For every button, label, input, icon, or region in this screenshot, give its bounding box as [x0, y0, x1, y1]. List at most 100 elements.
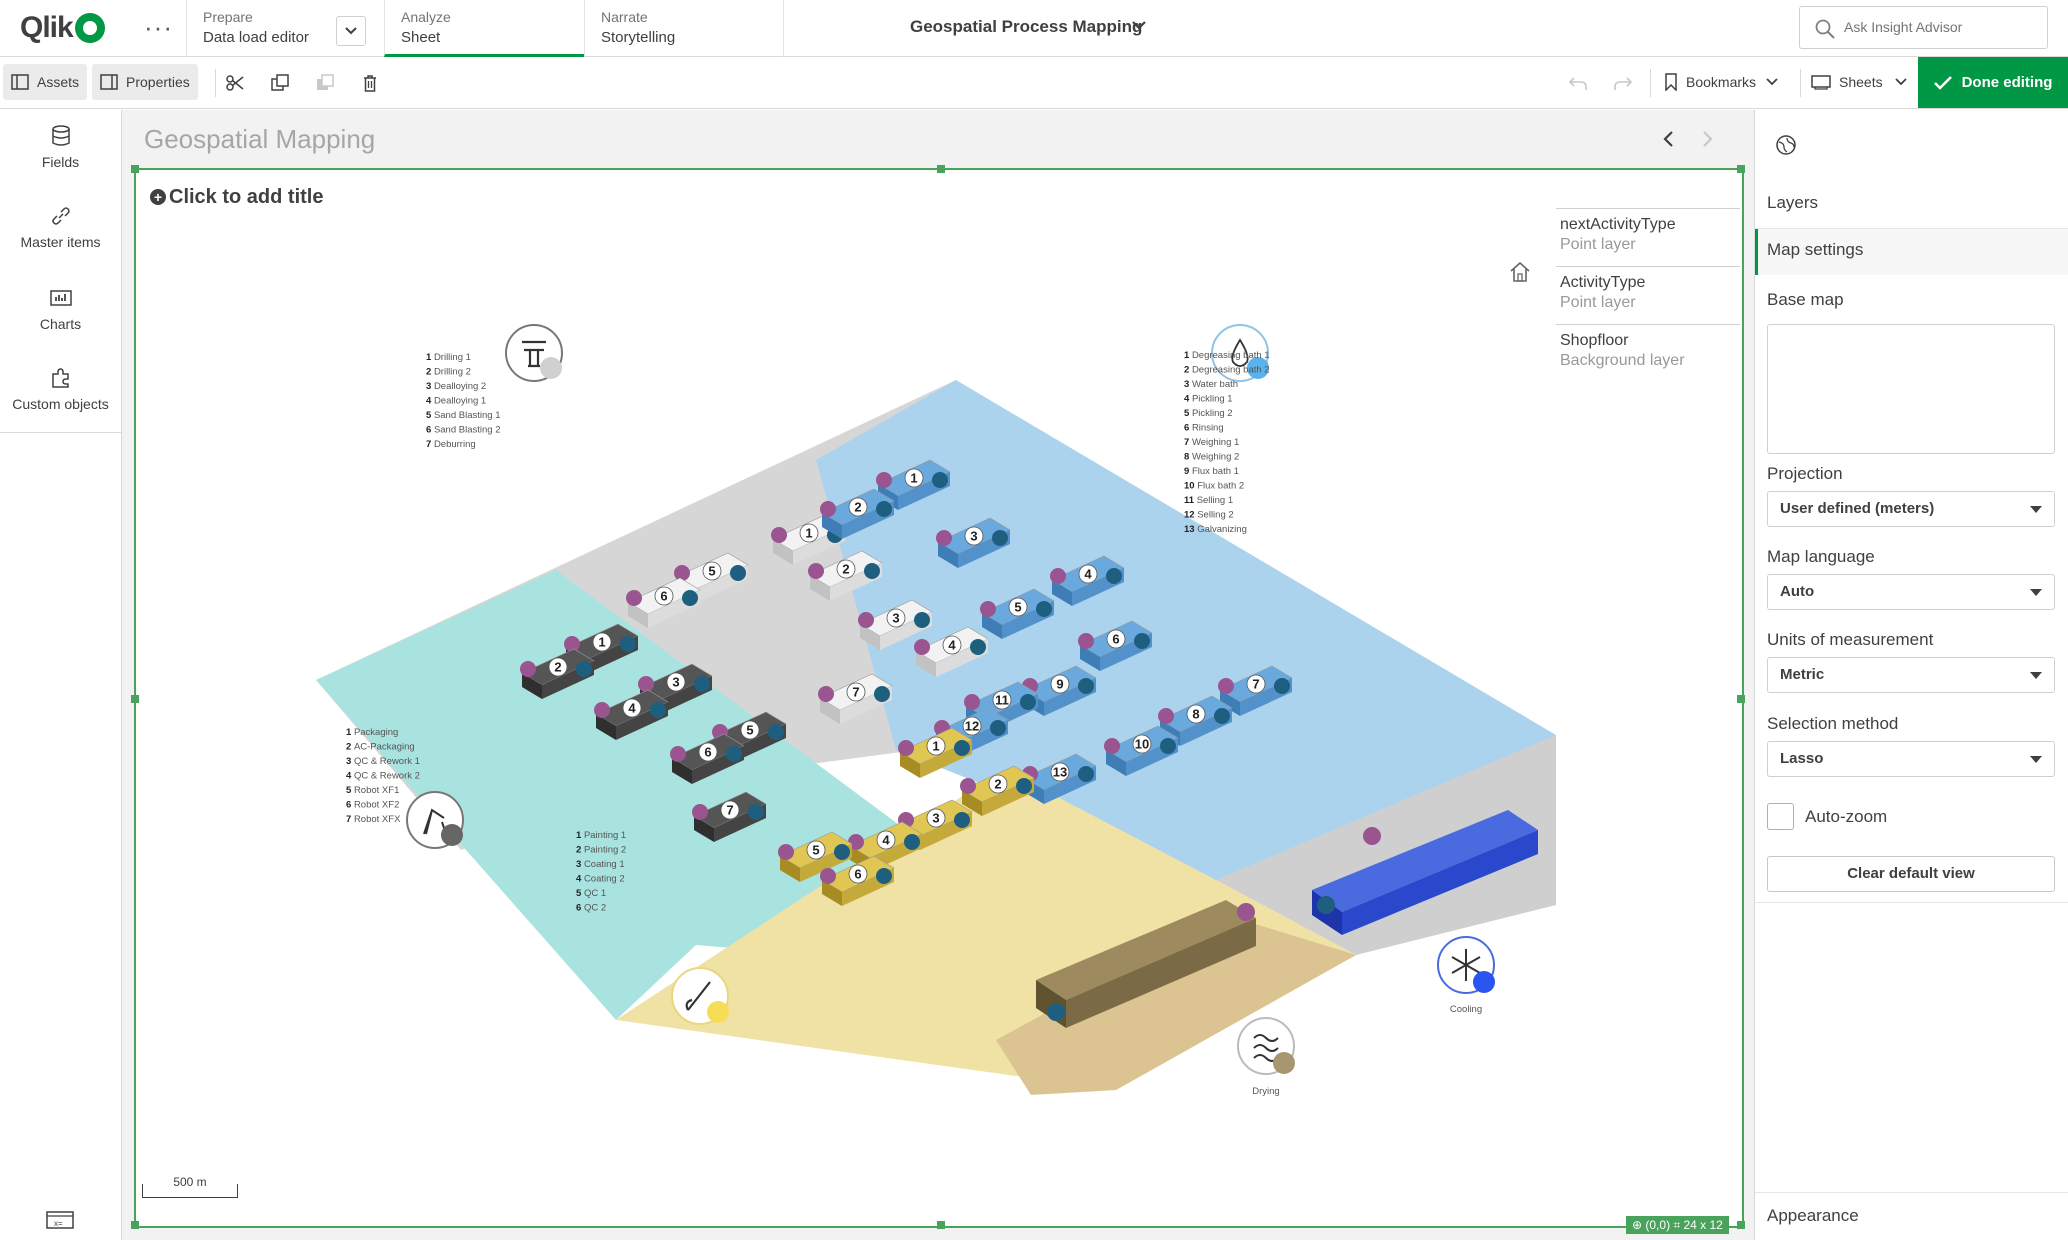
next-activity-point[interactable] — [1218, 678, 1234, 694]
map-chart[interactable]: + Click to add title 1 2 5 6 3 4 7 1 2 3 4 5 6 7 8 9 10 11… — [131, 165, 1745, 1234]
activity-point[interactable] — [932, 472, 948, 488]
sheets-button[interactable]: Sheets — [1803, 64, 1915, 100]
activity-point[interactable] — [970, 639, 986, 655]
previous-sheet-chevron-icon[interactable] — [1662, 128, 1674, 154]
next-activity-point[interactable] — [1158, 708, 1174, 724]
activity-point[interactable] — [992, 530, 1008, 546]
search-input[interactable] — [1844, 19, 2034, 35]
activity-point[interactable] — [1274, 678, 1290, 694]
next-activity-point[interactable] — [1078, 633, 1094, 649]
assets-button[interactable]: Assets — [3, 64, 88, 100]
clear-default-view-button[interactable]: Clear default view — [1767, 856, 2055, 892]
properties-button[interactable]: Properties — [92, 64, 198, 100]
activity-point[interactable] — [730, 565, 746, 581]
next-activity-point[interactable] — [820, 501, 836, 517]
activity-point[interactable] — [1160, 738, 1176, 754]
projection-dropdown[interactable]: User defined (meters) — [1767, 491, 2055, 527]
next-activity-point[interactable] — [1050, 568, 1066, 584]
legend-item[interactable]: Shopfloor Background layer — [1556, 324, 1740, 382]
next-activity-point[interactable] — [778, 844, 794, 860]
activity-point[interactable] — [914, 612, 930, 628]
master-items-button[interactable]: Master items — [0, 190, 121, 270]
units-dropdown[interactable]: Metric — [1767, 657, 2055, 693]
more-menu-icon[interactable]: ··· — [144, 12, 173, 43]
activity-point[interactable] — [1134, 633, 1150, 649]
next-activity-point[interactable] — [936, 530, 952, 546]
app-title[interactable]: Geospatial Process Mapping — [910, 17, 1142, 37]
activity-point[interactable] — [874, 686, 890, 702]
activity-point[interactable] — [1020, 694, 1036, 710]
next-activity-point[interactable] — [980, 601, 996, 617]
tab-analyze[interactable]: Analyze Sheet — [384, 0, 584, 57]
custom-objects-button[interactable]: Custom objects — [0, 352, 121, 432]
next-activity-point[interactable] — [670, 746, 686, 762]
next-activity-point[interactable] — [1104, 738, 1120, 754]
fields-button[interactable]: Fields — [0, 110, 121, 190]
activity-point[interactable] — [1036, 601, 1052, 617]
shopfloor-map[interactable]: 1256347123456789101112131234567123456 Co… — [136, 170, 1742, 1226]
legend-item[interactable]: nextActivityType Point layer — [1556, 208, 1740, 266]
activity-point[interactable] — [954, 812, 970, 828]
fields-label: Fields — [41, 154, 80, 170]
home-icon[interactable] — [1506, 258, 1534, 286]
next-activity-point[interactable] — [820, 868, 836, 884]
qlik-logo[interactable]: Qlik — [20, 10, 130, 46]
activity-point[interactable] — [990, 720, 1006, 736]
next-activity-point[interactable] — [960, 778, 976, 794]
appearance-section[interactable]: Appearance — [1767, 1206, 1859, 1226]
activity-point[interactable] — [834, 844, 850, 860]
activity-point[interactable] — [876, 868, 892, 884]
activity-point[interactable] — [768, 724, 784, 740]
next-activity-point[interactable] — [876, 472, 892, 488]
activity-point[interactable] — [1078, 678, 1094, 694]
next-activity-point[interactable] — [818, 686, 834, 702]
selection-method-dropdown[interactable]: Lasso — [1767, 741, 2055, 777]
legend-item[interactable]: ActivityType Point layer — [1556, 266, 1740, 324]
next-activity-point[interactable] — [520, 661, 536, 677]
activity-point[interactable] — [864, 563, 880, 579]
next-activity-point[interactable] — [638, 676, 654, 692]
legend-layer-type: Point layer — [1560, 294, 1636, 311]
activity-point[interactable] — [748, 804, 764, 820]
activity-point[interactable] — [694, 676, 710, 692]
tab-narrate[interactable]: Narrate Storytelling — [584, 0, 784, 57]
insight-advisor-search[interactable] — [1799, 6, 2048, 49]
next-activity-point[interactable] — [771, 527, 787, 543]
map-language-dropdown[interactable]: Auto — [1767, 574, 2055, 610]
activity-point[interactable] — [726, 746, 742, 762]
activity-point[interactable] — [576, 661, 592, 677]
activity-point[interactable] — [904, 834, 920, 850]
activity-point[interactable] — [954, 740, 970, 756]
activity-point[interactable] — [1106, 568, 1122, 584]
bookmarks-button[interactable]: Bookmarks — [1656, 64, 1786, 100]
activity-point[interactable] — [682, 590, 698, 606]
activity-point[interactable] — [1016, 778, 1032, 794]
activity-point[interactable] — [1214, 708, 1230, 724]
next-activity-point[interactable] — [692, 804, 708, 820]
next-activity-point[interactable] — [626, 590, 642, 606]
base-map-picker[interactable] — [1767, 324, 2055, 454]
next-activity-point[interactable] — [674, 565, 690, 581]
delete-icon[interactable] — [357, 70, 383, 96]
layers-section[interactable]: Layers — [1755, 182, 2068, 228]
auto-zoom-checkbox[interactable] — [1767, 803, 1794, 830]
variables-icon[interactable]: x= — [46, 1210, 74, 1230]
activity-point[interactable] — [1078, 766, 1094, 782]
activity-point[interactable] — [650, 702, 666, 718]
next-activity-point[interactable] — [858, 612, 874, 628]
next-activity-point[interactable] — [808, 563, 824, 579]
activity-point[interactable] — [620, 636, 636, 652]
next-activity-point[interactable] — [914, 639, 930, 655]
charts-button[interactable]: Charts — [0, 272, 121, 352]
prepare-dropdown-button[interactable] — [336, 16, 366, 46]
done-editing-button[interactable]: Done editing — [1918, 57, 2068, 108]
next-activity-point[interactable] — [594, 702, 610, 718]
next-activity-point[interactable] — [898, 740, 914, 756]
activity-point[interactable] — [876, 501, 892, 517]
map-settings-section[interactable]: Map settings — [1755, 229, 2068, 275]
next-activity-point[interactable] — [964, 694, 980, 710]
cut-icon[interactable] — [222, 70, 248, 96]
sheet-title[interactable]: Geospatial Mapping — [144, 124, 375, 155]
copy-icon[interactable] — [267, 70, 293, 96]
app-title-chevron-icon[interactable] — [1132, 17, 1146, 35]
